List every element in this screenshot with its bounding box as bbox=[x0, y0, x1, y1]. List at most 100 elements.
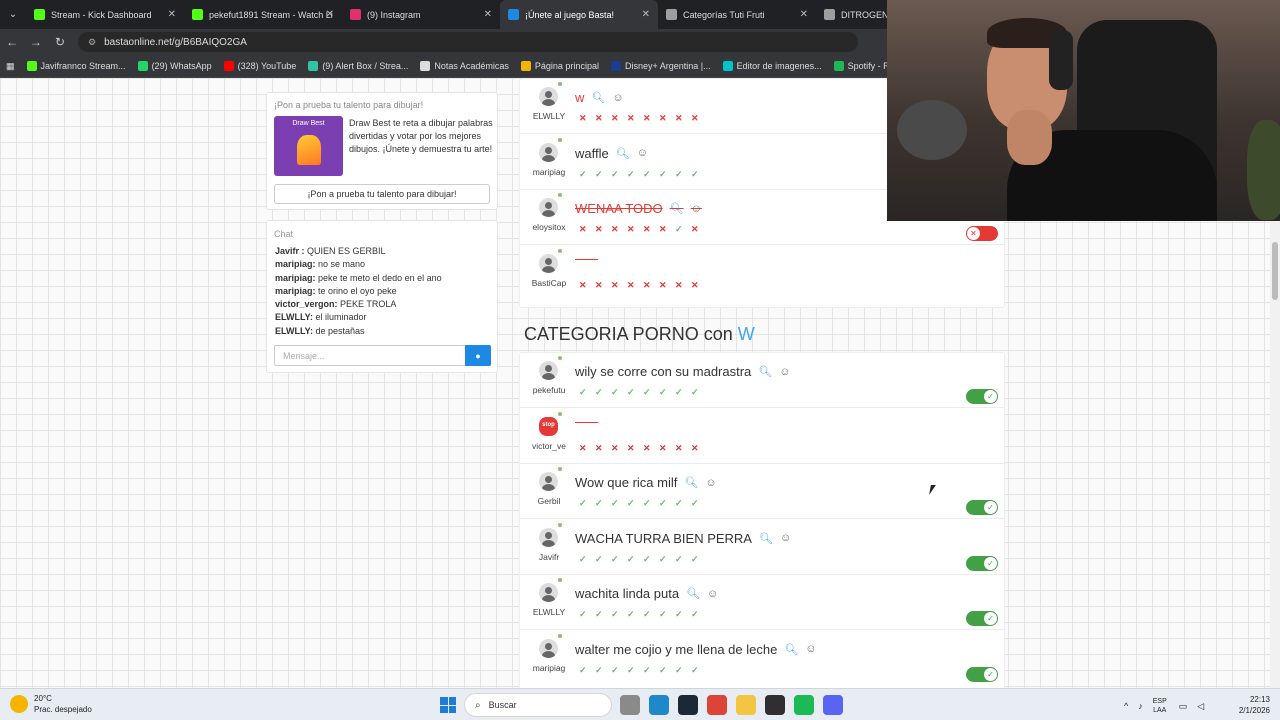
tab-1[interactable]: pekefut1891 Stream - Watch Li ✕ bbox=[184, 0, 342, 29]
edge-icon[interactable] bbox=[649, 695, 669, 715]
check-icon: ✓ bbox=[984, 667, 997, 681]
check-icon: ✓ bbox=[611, 609, 619, 619]
chrome-icon[interactable] bbox=[707, 695, 727, 715]
emoji-icon[interactable]: ☺ bbox=[707, 588, 718, 600]
emoji-icon[interactable]: ☺ bbox=[780, 532, 791, 544]
vote-toggle[interactable]: ✓ bbox=[966, 389, 998, 404]
language-indicator[interactable]: ESP LAA bbox=[1153, 697, 1167, 715]
vote-marks: ✓ ✓ ✓ ✓ ✓ ✓ ✓ ✓ bbox=[579, 609, 707, 620]
spotify-icon[interactable] bbox=[794, 695, 814, 715]
reload-icon[interactable]: ↻ bbox=[48, 35, 72, 49]
online-dot bbox=[558, 356, 562, 360]
answers-panel-current: pekefutu wily se corre con su madrastra 🔍︎… bbox=[519, 352, 1005, 688]
cross-icon: ✕ bbox=[579, 113, 587, 123]
tab-label: (9) Instagram bbox=[367, 9, 421, 20]
vote-toggle[interactable]: ✓ bbox=[966, 666, 998, 682]
tab-search-button[interactable]: ⌄ bbox=[0, 0, 26, 29]
promo-button[interactable]: ¡Pon a prueba tu talento para dibujar! bbox=[274, 184, 490, 204]
tab-favicon-icon bbox=[666, 9, 677, 20]
bookmark-label: Notas Académicas bbox=[434, 61, 509, 71]
folder-icon[interactable] bbox=[736, 695, 756, 715]
search-icon[interactable]: 🔍︎ bbox=[759, 532, 773, 545]
cross-icon: ✕ bbox=[595, 113, 603, 123]
apps-grid-icon[interactable]: ▦ bbox=[6, 61, 15, 72]
cross-icon: ✕ bbox=[579, 224, 587, 234]
chat-input[interactable]: Mensaje... bbox=[274, 345, 466, 366]
bookmark-6[interactable]: Disney+ Argentina |... bbox=[610, 61, 711, 71]
close-icon[interactable]: ✕ bbox=[642, 9, 650, 20]
answer-text: WACHA TURRA BIEN PERRA bbox=[575, 530, 752, 546]
check-icon: ✓ bbox=[627, 553, 635, 564]
answer-text: wachita linda puta bbox=[575, 586, 680, 601]
cross-icon: ✕ bbox=[643, 442, 651, 453]
obs-icon[interactable] bbox=[765, 695, 785, 715]
mic-icon[interactable]: ♪ bbox=[1138, 701, 1143, 711]
close-icon[interactable]: ✕ bbox=[800, 9, 808, 20]
forward-icon[interactable]: → bbox=[24, 35, 48, 49]
file-explorer-icon[interactable] bbox=[620, 695, 640, 715]
weather-desc: Prac. despejado bbox=[34, 705, 92, 714]
bookmark-1[interactable]: (29) WhatsApp bbox=[137, 61, 212, 71]
volume-icon[interactable]: ◁ bbox=[1197, 701, 1204, 712]
tab-2[interactable]: (9) Instagram ✕ bbox=[342, 0, 500, 29]
site-info-icon[interactable]: ⚙ bbox=[88, 37, 96, 48]
emoji-icon[interactable]: ☺ bbox=[612, 92, 623, 104]
answer-text: wily se corre con su madrastra bbox=[575, 364, 752, 379]
promo-text: Draw Best te reta a dibujar palabras div… bbox=[349, 118, 493, 154]
vote-toggle[interactable]: ✓ bbox=[966, 555, 998, 571]
taskbar-apps bbox=[620, 695, 852, 715]
search-icon[interactable]: 🔍︎ bbox=[591, 91, 605, 104]
promo-title: ¡Pon a prueba tu talento para dibujar! bbox=[274, 100, 424, 110]
chat-message: ELWLLY: el iluminador bbox=[267, 311, 497, 324]
emoji-icon[interactable]: ☺ bbox=[705, 477, 716, 489]
chevron-up-icon[interactable]: ^ bbox=[1124, 701, 1128, 711]
url-field[interactable]: ⚙ bastaonline.net/g/B6BAIQO2GA bbox=[78, 32, 858, 52]
bookmark-label: Página principal bbox=[534, 61, 599, 71]
bookmark-5[interactable]: Página principal bbox=[520, 61, 599, 71]
network-icon[interactable]: ▭ bbox=[1179, 701, 1188, 712]
bookmark-3[interactable]: (9) Alert Box / Strea... bbox=[308, 61, 408, 71]
close-icon[interactable]: ✕ bbox=[484, 9, 492, 20]
weather-widget[interactable]: 20°C Prac. despejado bbox=[10, 693, 92, 715]
cross-icon: ✕ bbox=[659, 224, 667, 234]
emoji-icon[interactable]: ☺ bbox=[637, 147, 648, 159]
bookmark-0[interactable]: Javifrannco Stream... bbox=[26, 61, 126, 71]
steam-icon[interactable] bbox=[678, 695, 698, 715]
bookmark-7[interactable]: Editor de imagenes... bbox=[722, 61, 822, 71]
windows-start-icon[interactable] bbox=[440, 697, 456, 713]
lang-code: ESP bbox=[1152, 698, 1167, 705]
send-message-button[interactable]: ● bbox=[465, 345, 491, 366]
emoji-icon[interactable]: ☺ bbox=[779, 366, 790, 378]
bookmark-4[interactable]: Notas Académicas bbox=[420, 61, 509, 71]
vote-toggle[interactable]: ✓ bbox=[966, 500, 998, 515]
emoji-icon[interactable]: ☺ bbox=[805, 643, 816, 655]
search-icon[interactable]: 🔍︎ bbox=[758, 365, 772, 378]
vote-toggle[interactable]: ✕ bbox=[966, 226, 998, 241]
chat-message: ELWLLY: de pestañas bbox=[267, 325, 497, 338]
tab-4[interactable]: Categorías Tuti Fruti ✕ bbox=[658, 0, 816, 29]
search-icon[interactable]: 🔍︎ bbox=[616, 147, 630, 160]
search-icon[interactable]: 🔍︎ bbox=[684, 476, 698, 489]
search-icon[interactable]: 🔍︎ bbox=[686, 587, 700, 600]
close-icon[interactable]: ✕ bbox=[168, 9, 176, 20]
search-icon[interactable]: 🔍︎ bbox=[670, 202, 684, 215]
tab-3[interactable]: ¡Únete al juego Basta! ✕ bbox=[500, 0, 658, 29]
bookmark-favicon-icon bbox=[520, 61, 531, 71]
chat-user: ELWLLY: bbox=[275, 312, 313, 323]
chat-bubble-icon: ● bbox=[475, 350, 481, 361]
back-icon[interactable]: ← bbox=[0, 35, 24, 49]
player-name: ELWLLY bbox=[532, 607, 566, 617]
search-icon[interactable]: 🔍︎ bbox=[784, 643, 798, 656]
promo-image[interactable]: Draw Best bbox=[274, 116, 343, 176]
taskbar-search[interactable]: ⌕ Buscar bbox=[464, 693, 612, 717]
sun-icon bbox=[10, 695, 28, 713]
check-icon: ✓ bbox=[675, 664, 683, 675]
vote-toggle[interactable]: ✓ bbox=[966, 611, 998, 626]
scrollbar-thumb[interactable] bbox=[1272, 242, 1278, 300]
bookmark-2[interactable]: (328) YouTube bbox=[223, 61, 296, 71]
taskbar-clock[interactable]: 22:13 2/1/2026 bbox=[1226, 694, 1270, 716]
emoji-icon[interactable]: ☺ bbox=[691, 203, 702, 215]
close-icon[interactable]: ✕ bbox=[326, 9, 334, 20]
discord-icon[interactable] bbox=[823, 695, 843, 715]
tab-0[interactable]: Stream - Kick Dashboard ✕ bbox=[26, 0, 184, 29]
